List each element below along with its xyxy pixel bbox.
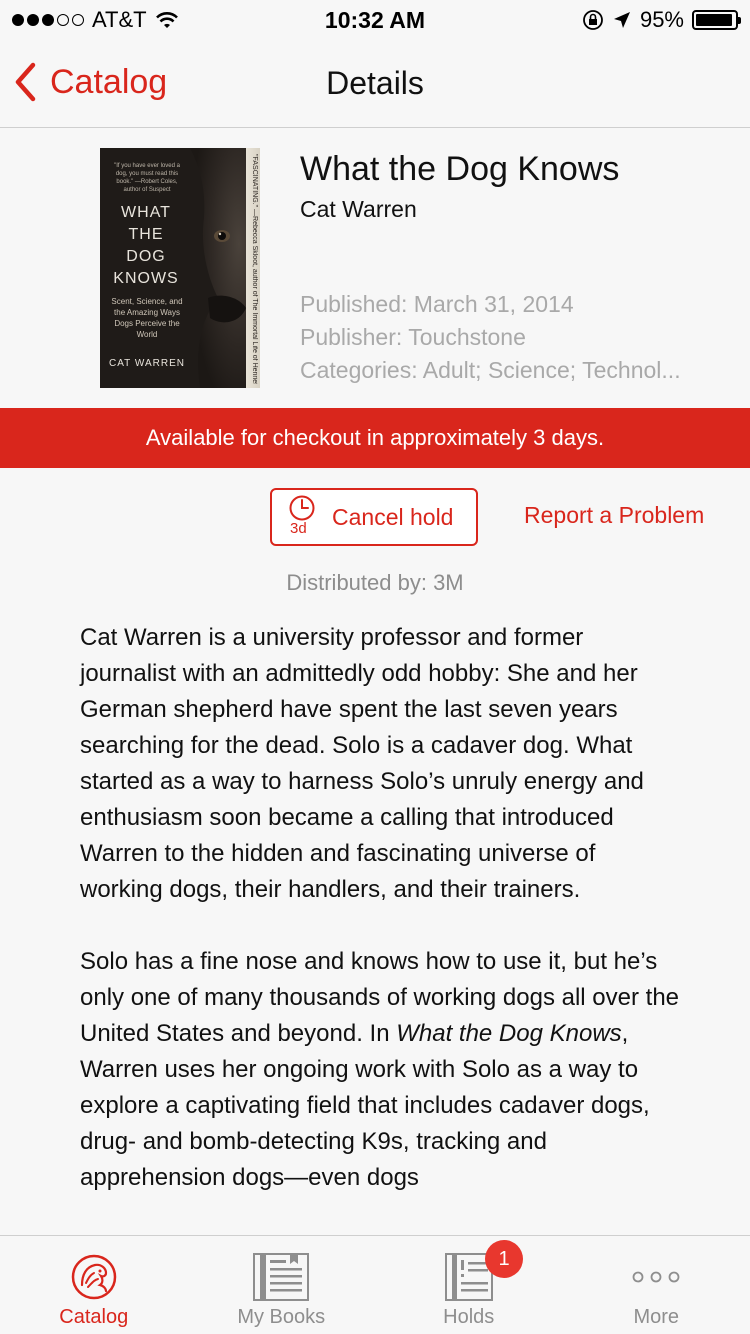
tab-label: More [633, 1306, 680, 1328]
cover-quote: "If you have ever loved a dog, you must … [114, 163, 180, 193]
clock-icon [289, 495, 315, 521]
book-cover-image[interactable]: "If you have ever loved a dog, you must … [100, 148, 260, 388]
back-button[interactable]: Catalog [14, 62, 167, 102]
battery-percent: 95% [639, 7, 684, 32]
battery-icon [692, 10, 741, 30]
cover-spine-text: "FASCINATING." —Rebecca Skloot, author o… [251, 154, 258, 384]
hold-days-label: 3d [290, 520, 307, 537]
cover-title-line: DOG [126, 248, 166, 265]
book-info: What the Dog Knows Cat Warren [300, 148, 730, 223]
back-button-label: Catalog [50, 62, 168, 101]
status-right: 95% [582, 7, 741, 33]
cover-spine: "FASCINATING." —Rebecca Skloot, author o… [246, 148, 260, 388]
signal-strength-icon [12, 14, 84, 26]
description-italic-title: What the Dog Knows [396, 1020, 622, 1047]
book-actions: 3d Cancel hold Report a Problem [0, 488, 750, 548]
cover-title: WHAT THE DOG KNOWS [106, 202, 186, 290]
tab-my-books[interactable]: My Books [188, 1236, 376, 1334]
publisher: Publisher: Touchstone [300, 324, 526, 350]
chevron-left-icon [15, 62, 36, 102]
book-metadata: Published: March 31, 2014 Publisher: Tou… [300, 288, 720, 387]
lion-logo-icon [70, 1252, 118, 1302]
categories: Categories: Adult; Science; Technol... [300, 357, 681, 383]
cover-subtitle: Scent, Science, and the Amazing Ways Dog… [111, 297, 183, 339]
battery-fill [696, 14, 733, 26]
cover-title-line: WHAT [121, 204, 171, 221]
book-description: Cat Warren is a university professor and… [80, 620, 680, 1232]
tab-catalog[interactable]: Catalog [0, 1236, 188, 1334]
distributed-by: Distributed by: 3M [286, 570, 464, 595]
book-title: What the Dog Knows [300, 150, 620, 188]
report-problem-link[interactable]: Report a Problem [524, 502, 704, 529]
cancel-hold-button[interactable]: 3d Cancel hold [270, 488, 478, 546]
book-header: "If you have ever loved a dog, you must … [0, 128, 750, 408]
tab-label: Catalog [59, 1306, 129, 1328]
book-author: Cat Warren [300, 196, 417, 222]
status-bar: AT&T 10:32 AM 95% [0, 0, 750, 40]
hold-timer: 3d [286, 494, 318, 542]
holds-badge: 1 [485, 1240, 523, 1278]
tab-more[interactable]: More [563, 1236, 750, 1334]
tab-label: Holds [443, 1306, 495, 1328]
carrier-label: AT&T [92, 7, 147, 32]
books-icon [252, 1252, 310, 1302]
cover-title-line: THE [128, 226, 164, 243]
tab-holds[interactable]: 1 Holds [375, 1236, 563, 1334]
availability-banner: Available for checkout in approximately … [0, 408, 750, 468]
location-arrow-icon [613, 12, 630, 28]
wifi-icon [155, 12, 178, 28]
cancel-hold-label: Cancel hold [332, 504, 454, 530]
more-dots-icon [631, 1252, 681, 1302]
description-paragraph: Solo has a fine nose and knows how to us… [80, 944, 680, 1196]
description-paragraph: Cat Warren is a university professor and… [80, 624, 644, 903]
status-left: AT&T [12, 7, 179, 33]
tab-label: My Books [237, 1306, 326, 1328]
published-date: Published: March 31, 2014 [300, 291, 574, 317]
cover-author: CAT WARREN [109, 358, 185, 369]
cover-title-line: KNOWS [113, 270, 179, 287]
orientation-lock-icon [583, 10, 603, 30]
navigation-bar: Catalog Details [0, 40, 750, 128]
tab-bar: Catalog My Books 1 Holds More [0, 1235, 750, 1334]
